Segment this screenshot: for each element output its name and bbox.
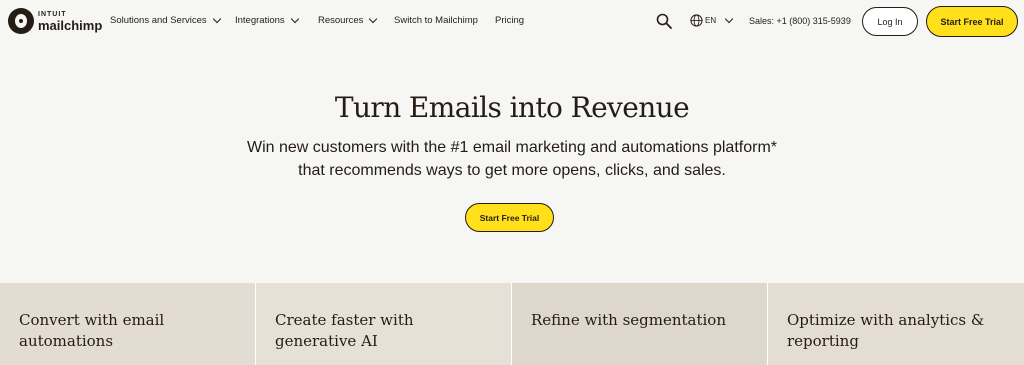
start-free-trial-hero-button[interactable]: Start Free Trial <box>465 203 554 232</box>
chevron-down-icon <box>212 14 221 24</box>
nav-integrations[interactable]: Integrations <box>235 14 299 26</box>
login-button[interactable]: Log In <box>862 7 918 36</box>
sales-phone-link[interactable]: Sales: +1 (800) 315-5939 <box>749 16 851 26</box>
feature-card-automations[interactable]: Convert with email automations <box>0 283 256 365</box>
mailchimp-logo[interactable]: INTUIT mailchimp <box>8 8 102 34</box>
feature-card-analytics[interactable]: Optimize with analytics & reporting <box>768 283 1024 365</box>
hero-title: Turn Emails into Revenue <box>334 91 690 124</box>
start-free-trial-nav-button[interactable]: Start Free Trial <box>926 6 1018 37</box>
freddie-logo-icon <box>8 8 34 34</box>
feature-cards: Convert with email automations Create fa… <box>0 283 1024 365</box>
logo-mailchimp-text: mailchimp <box>38 17 103 33</box>
chevron-down-icon <box>369 14 378 24</box>
top-navigation: INTUIT mailchimp Solutions and Services … <box>0 0 1024 44</box>
nav-solutions[interactable]: Solutions and Services <box>110 14 221 26</box>
nav-switch-to-mailchimp[interactable]: Switch to Mailchimp <box>394 15 478 26</box>
logo-intuit-text: INTUIT <box>38 10 67 18</box>
feature-card-segmentation[interactable]: Refine with segmentation <box>512 283 768 365</box>
nav-resources[interactable]: Resources <box>318 14 378 26</box>
hero-subtitle: Win new customers with the #1 email mark… <box>246 139 777 179</box>
language-selector[interactable]: EN <box>705 14 734 25</box>
search-icon[interactable] <box>656 13 672 29</box>
globe-icon[interactable] <box>690 14 703 27</box>
chevron-down-icon <box>290 14 299 24</box>
feature-card-generative-ai[interactable]: Create faster with generative AI <box>256 283 512 365</box>
chevron-down-icon <box>724 14 734 24</box>
nav-pricing[interactable]: Pricing <box>495 15 524 26</box>
